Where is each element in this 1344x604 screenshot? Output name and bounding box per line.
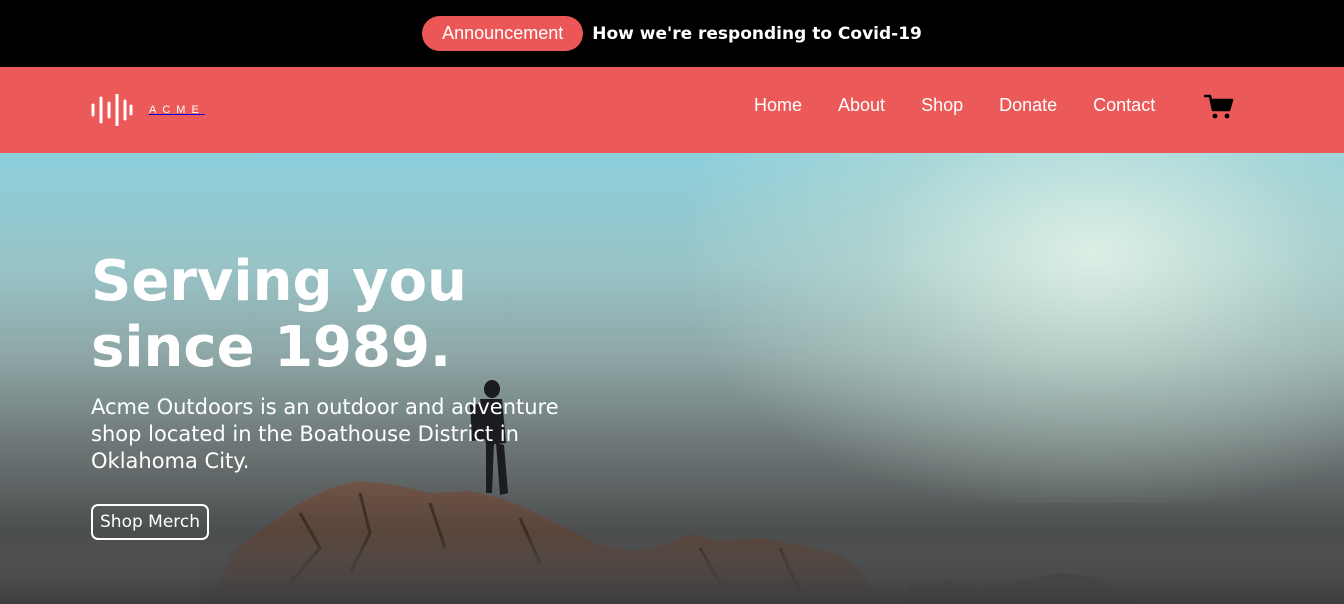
logo[interactable]: ACME: [91, 94, 205, 126]
nav-donate[interactable]: Donate: [999, 95, 1057, 116]
nav-shop[interactable]: Shop: [921, 95, 963, 116]
cart-button[interactable]: [1203, 94, 1234, 120]
nav-about[interactable]: About: [838, 95, 885, 116]
hero-section: Serving you since 1989. Acme Outdoors is…: [0, 153, 1344, 604]
shop-merch-button[interactable]: Shop Merch: [91, 504, 210, 540]
announcement-bar: Announcement How we're responding to Cov…: [0, 0, 1344, 67]
hero-title-line-1: Serving you: [91, 249, 467, 314]
site-header: ACME Home About Shop Donate Contact: [0, 67, 1344, 153]
sound-wave-logo-icon: [91, 94, 133, 126]
hero-description: Acme Outdoors is an outdoor and adventur…: [91, 395, 559, 473]
shopping-cart-icon: [1203, 94, 1234, 119]
hero-title: Serving you since 1989.: [91, 249, 467, 381]
nav-contact[interactable]: Contact: [1093, 95, 1155, 116]
announcement-content: Announcement How we're responding to Cov…: [422, 16, 922, 51]
logo-text: ACME: [149, 104, 205, 116]
covid-response-link[interactable]: How we're responding to Covid-19: [592, 24, 922, 44]
announcement-badge: Announcement: [422, 16, 584, 51]
hero-title-line-2: since 1989.: [91, 315, 452, 380]
main-nav: Home About Shop Donate Contact: [754, 95, 1191, 116]
nav-home[interactable]: Home: [754, 95, 802, 116]
